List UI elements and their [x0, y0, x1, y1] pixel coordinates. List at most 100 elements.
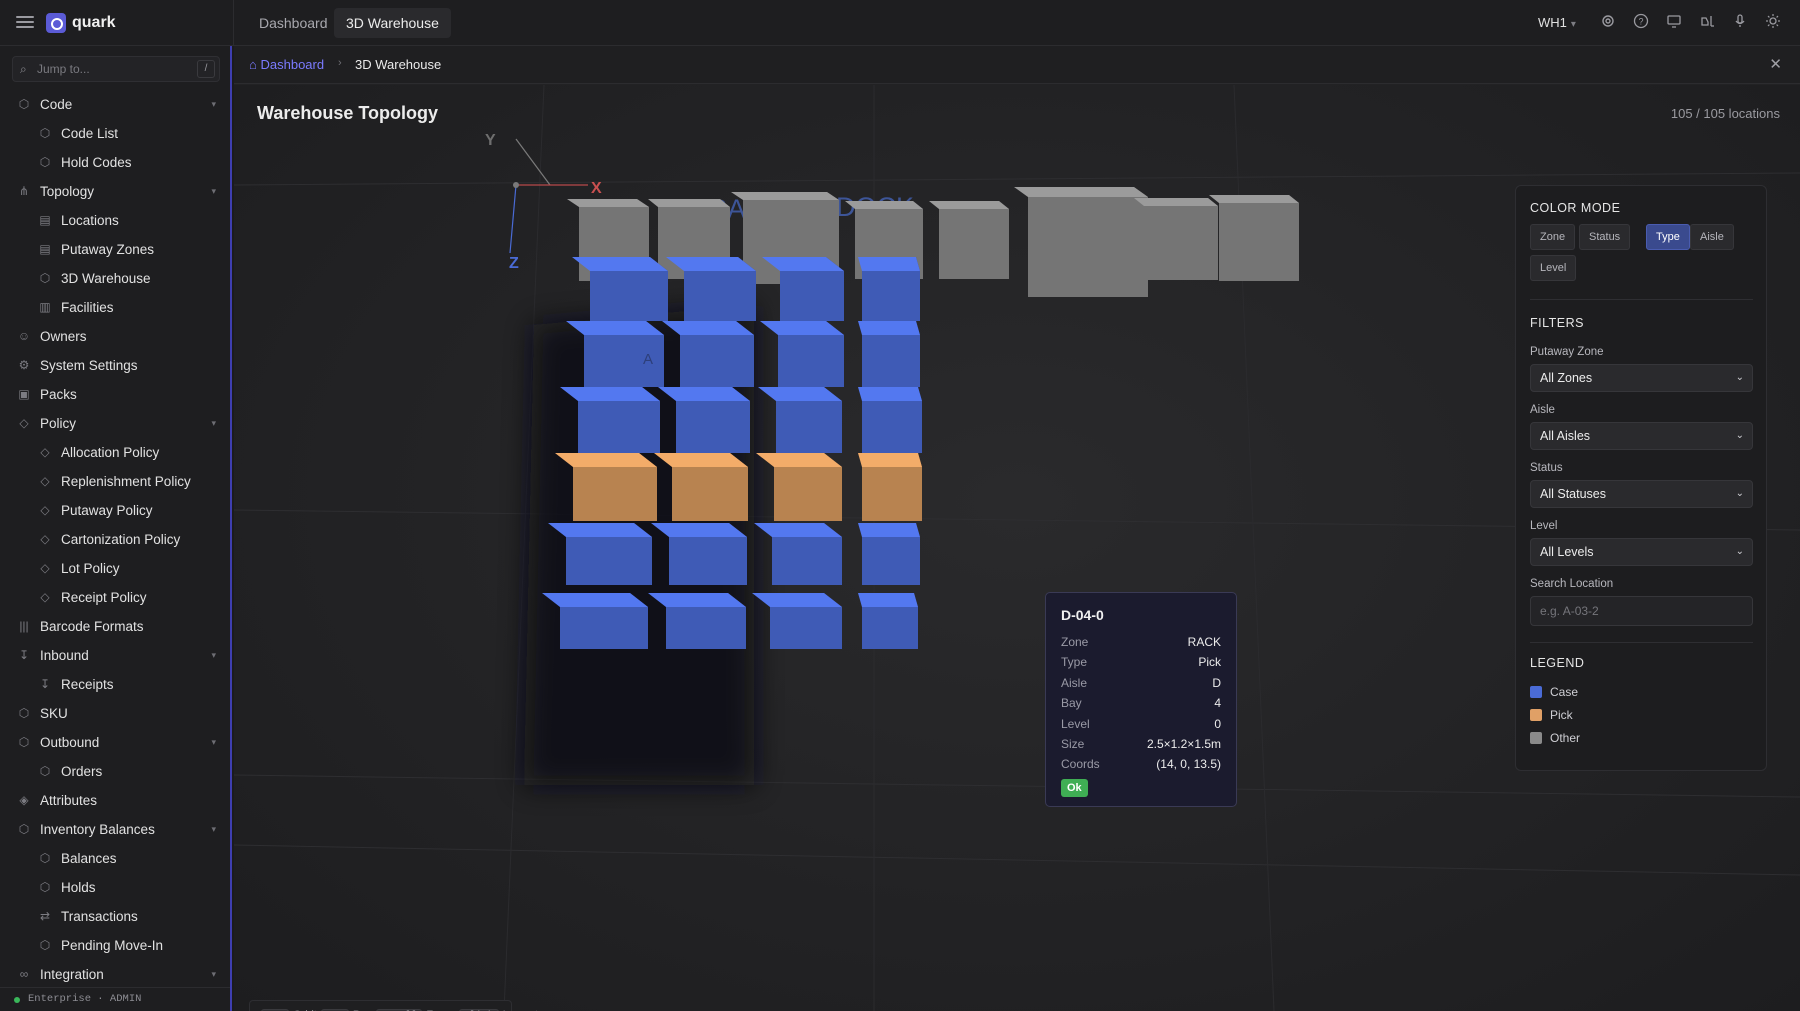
sidebar-item-3d-warehouse[interactable]: ⬡ 3D Warehouse: [0, 264, 230, 293]
rack-location-D-3[interactable]: [858, 453, 922, 521]
sidebar-item-inbound[interactable]: ↧ Inbound ▾: [0, 641, 230, 670]
sidebar-item-putaway-policy[interactable]: ◇ Putaway Policy: [0, 496, 230, 525]
rack-location-C-1[interactable]: [760, 321, 844, 387]
rack-location-D-5[interactable]: [858, 593, 918, 649]
sidebar-item-balances[interactable]: ⬡ Balances: [0, 844, 230, 873]
sidebar-item-lot-policy[interactable]: ◇ Lot Policy: [0, 554, 230, 583]
chevron-down-icon[interactable]: ▾: [211, 815, 216, 844]
sidebar-item-cartonization-policy[interactable]: ◇ Cartonization Policy: [0, 525, 230, 554]
sidebar-item-outbound[interactable]: ⬡ Outbound ▾: [0, 728, 230, 757]
warehouse-select[interactable]: WH1 ▾: [1538, 15, 1576, 30]
dock-location-8[interactable]: [1209, 195, 1299, 281]
chevron-down-icon[interactable]: ▾: [211, 960, 216, 989]
sidebar-item-transactions[interactable]: ⇄ Transactions: [0, 902, 230, 931]
sidebar-item-system-settings[interactable]: ⚙ System Settings: [0, 351, 230, 380]
dock-location-6[interactable]: [1014, 187, 1148, 297]
color-mode-level[interactable]: Level: [1530, 255, 1577, 281]
dock-location-5[interactable]: [929, 201, 1009, 279]
status-select[interactable]: All Statuses ⌄: [1530, 480, 1753, 508]
sidebar-item-label: Receipts: [61, 677, 114, 692]
arrow-down-icon: ↧: [18, 648, 30, 662]
chevron-down-icon: ⌄: [1735, 372, 1744, 383]
microphone-icon[interactable]: [1730, 13, 1750, 33]
color-mode-zone[interactable]: Zone: [1530, 224, 1576, 250]
rack-location-A-0[interactable]: [572, 257, 668, 321]
warehouse-3d-viewport[interactable]: Y X Z RACK DOCK A Warehouse Topology 105…: [234, 85, 1800, 1011]
sidebar-item-locations[interactable]: ▤ Locations: [0, 206, 230, 235]
sidebar-item-code[interactable]: ⬡ Code ▾: [0, 90, 230, 119]
chevron-down-icon[interactable]: ▾: [211, 90, 216, 119]
sidebar-item-code-list[interactable]: ⬡ Code List: [0, 119, 230, 148]
tooltip-key: Coords: [1061, 757, 1100, 772]
sidebar-item-pending-move-in[interactable]: ⬡ Pending Move-In: [0, 931, 230, 960]
search-location-input[interactable]: [1530, 596, 1753, 626]
monitor-icon[interactable]: [1664, 13, 1684, 33]
axis-y-line: [515, 138, 551, 186]
tooltip-value: 0: [1214, 716, 1221, 731]
sidebar-item-owners[interactable]: ☺ Owners: [0, 322, 230, 351]
sidebar-item-holds[interactable]: ⬡ Holds: [0, 873, 230, 902]
sidebar-item-orders[interactable]: ⬡ Orders: [0, 757, 230, 786]
dock-location-7[interactable]: [1134, 198, 1218, 280]
jump-to-search[interactable]: ⌕ /: [12, 56, 220, 82]
color-mode-aisle[interactable]: Aisle: [1690, 224, 1734, 250]
rack-location-C-3[interactable]: [756, 453, 842, 521]
rack-location-C-4[interactable]: [754, 523, 842, 585]
level-value: All Levels: [1540, 545, 1594, 559]
sidebar-item-inventory-balances[interactable]: ⬡ Inventory Balances ▾: [0, 815, 230, 844]
rack-location-C-0[interactable]: [762, 257, 844, 321]
rack-location-B-0[interactable]: [666, 257, 756, 321]
tab-dashboard[interactable]: Dashboard: [247, 8, 340, 38]
rack-location-D-1[interactable]: [858, 321, 920, 387]
sidebar-item-packs[interactable]: ▣ Packs: [0, 380, 230, 409]
chevron-down-icon[interactable]: ▾: [211, 409, 216, 438]
sidebar-item-label: Owners: [40, 329, 87, 344]
sidebar-item-topology[interactable]: ⋔ Topology ▾: [0, 177, 230, 206]
sidebar-item-integration[interactable]: ∞ Integration ▾: [0, 960, 230, 989]
color-mode-status[interactable]: Status: [1579, 224, 1631, 250]
sidebar-item-label: SKU: [40, 706, 68, 721]
forklift-icon[interactable]: [1697, 13, 1717, 33]
sidebar-item-receipt-policy[interactable]: ◇ Receipt Policy: [0, 583, 230, 612]
rack-location-D-0[interactable]: [858, 257, 920, 321]
sidebar-item-receipts[interactable]: ↧ Receipts: [0, 670, 230, 699]
sidebar-item-putaway-zones[interactable]: ▤ Putaway Zones: [0, 235, 230, 264]
sidebar-item-sku[interactable]: ⬡ SKU: [0, 699, 230, 728]
sidebar-item-hold-codes[interactable]: ⬡ Hold Codes: [0, 148, 230, 177]
sidebar-item-policy[interactable]: ◇ Policy ▾: [0, 409, 230, 438]
cube-icon: ⬡: [18, 822, 30, 836]
status-badge: Ok: [1061, 778, 1088, 797]
help-icon[interactable]: ?: [1631, 13, 1651, 33]
breadcrumb-home-link[interactable]: ⌂ Dashboard: [249, 57, 324, 72]
legend-label: Pick: [1550, 708, 1573, 722]
putaway-zone-label: Putaway Zone: [1530, 346, 1604, 358]
chevron-down-icon[interactable]: ▾: [211, 177, 216, 206]
tab-3d-warehouse[interactable]: 3D Warehouse: [334, 8, 451, 38]
color-mode-type[interactable]: Type: [1646, 224, 1690, 250]
menu-icon[interactable]: [16, 13, 34, 31]
sidebar-item-replenishment-policy[interactable]: ◇ Replenishment Policy: [0, 467, 230, 496]
jump-to-input[interactable]: [37, 60, 187, 78]
rack-location-C-2[interactable]: [758, 387, 842, 453]
shield-icon: ◇: [19, 416, 29, 430]
aisle-select[interactable]: All Aisles ⌄: [1530, 422, 1753, 450]
sidebar-item-barcode-formats[interactable]: ||| Barcode Formats: [0, 612, 230, 641]
shield-icon: ◇: [40, 474, 50, 488]
sidebar-item-allocation-policy[interactable]: ◇ Allocation Policy: [0, 438, 230, 467]
cube-icon: ⬡: [39, 126, 51, 140]
chevron-down-icon[interactable]: ▾: [211, 728, 216, 757]
chevron-down-icon[interactable]: ▾: [211, 641, 216, 670]
sidebar-item-attributes[interactable]: ◈ Attributes: [0, 786, 230, 815]
level-select[interactable]: All Levels ⌄: [1530, 538, 1753, 566]
close-icon[interactable]: ✕: [1769, 55, 1782, 73]
chart-icon: ▥: [39, 300, 51, 314]
rack-location-D-4[interactable]: [858, 523, 920, 585]
gear-icon[interactable]: [1598, 13, 1618, 33]
sun-icon[interactable]: [1763, 13, 1783, 33]
sidebar-item-facilities[interactable]: ▥ Facilities: [0, 293, 230, 322]
tooltip-key: Type: [1061, 655, 1088, 670]
tooltip-value: RACK: [1187, 635, 1221, 649]
rack-location-C-5[interactable]: [752, 593, 842, 649]
rack-location-D-2[interactable]: [858, 387, 922, 453]
putaway-zone-select[interactable]: All Zones ⌄: [1530, 364, 1753, 392]
